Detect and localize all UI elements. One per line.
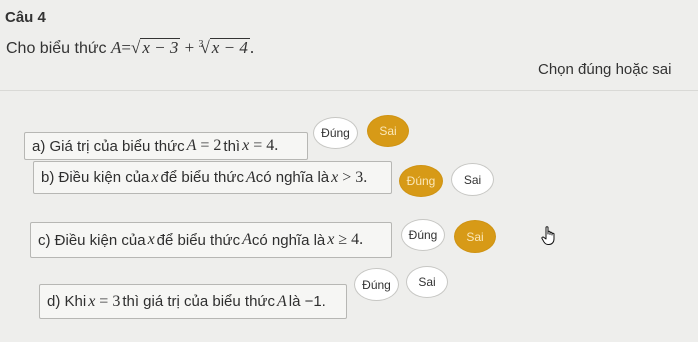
statement-a-math-x: x xyxy=(242,137,250,154)
statement-b-math-A: A xyxy=(245,168,256,186)
statement-c-text-1: c) Điều kiện của xyxy=(38,231,146,249)
statement-c-false-button[interactable]: Sai xyxy=(454,220,496,253)
statement-d-false-button[interactable]: Sai xyxy=(406,266,448,298)
statement-c-math-x: x xyxy=(147,231,155,248)
statement-c-text-3: có nghĩa là xyxy=(251,231,326,249)
statement-d-math-x: x xyxy=(88,292,96,310)
expr-plus: + xyxy=(180,38,199,57)
statement-d-text-2: thì giá trị của biểu thức xyxy=(122,293,275,310)
statement-b-text-2: để biểu thức xyxy=(160,169,244,186)
question-title: Câu 4 xyxy=(5,9,46,26)
statement-b-true-button[interactable]: Đúng xyxy=(399,165,443,197)
prompt-text: Cho biểu thức xyxy=(6,40,111,57)
expr-equals: = xyxy=(121,38,131,57)
cbrt-symbol: √ xyxy=(200,38,210,57)
statement-c-math-x2: x xyxy=(327,231,335,248)
statement-b: b) Điều kiện của x để biểu thức Acó nghĩ… xyxy=(33,161,392,194)
statement-a-math-val: = 4. xyxy=(253,137,279,154)
statement-d-math-A: A xyxy=(276,292,287,310)
statement-d-text-1: d) Khi xyxy=(47,293,87,310)
statement-a-math-A: A xyxy=(186,137,197,154)
sqrt-radicand: x − 3 xyxy=(140,38,181,57)
question-prompt: Cho biểu thức A=√ x − 3 + 3√ x − 4. xyxy=(6,38,254,58)
sqrt-symbol: √ xyxy=(130,38,141,57)
expr-lhs: A xyxy=(111,38,122,57)
statement-b-math-cond: > 3. xyxy=(342,168,368,186)
statement-c-true-button[interactable]: Đúng xyxy=(401,219,445,251)
statement-a-text-2: thì xyxy=(223,137,241,155)
statement-a: a) Giá trị của biểu thức A = 2 thì x = 4… xyxy=(24,132,308,160)
cbrt-radicand: x − 4 xyxy=(209,38,250,57)
statement-c-math-A: A xyxy=(242,231,252,248)
statement-d: d) Khi x = 3 thì giá trị của biểu thức A… xyxy=(39,284,347,319)
statement-b-text-1: b) Điều kiện của xyxy=(41,169,150,186)
statement-d-text-3: là −1. xyxy=(288,293,326,310)
statement-d-math-val: = 3 xyxy=(99,292,121,310)
statement-a-true-button[interactable]: Đúng xyxy=(313,117,358,149)
statement-c: c) Điều kiện của x để biểu thức Acó nghĩ… xyxy=(30,222,392,258)
statement-b-text-3: có nghĩa là xyxy=(255,169,330,186)
statement-b-false-button[interactable]: Sai xyxy=(451,163,494,196)
statement-b-math-x: x xyxy=(151,168,159,186)
statement-c-math-cond: ≥ 4. xyxy=(338,231,364,248)
statement-b-math-x2: x xyxy=(331,168,339,186)
hand-pointer-icon xyxy=(541,226,555,245)
statement-a-false-button[interactable]: Sai xyxy=(367,115,409,147)
statement-a-math-eq: = 2 xyxy=(200,137,222,154)
statement-a-text-1: a) Giá trị của biểu thức xyxy=(32,137,185,155)
divider xyxy=(0,90,698,91)
instruction-label: Chọn đúng hoặc sai xyxy=(538,61,672,78)
statement-c-text-2: để biểu thức xyxy=(156,231,241,249)
expr-period: . xyxy=(249,38,255,57)
statement-d-true-button[interactable]: Đúng xyxy=(354,268,399,301)
